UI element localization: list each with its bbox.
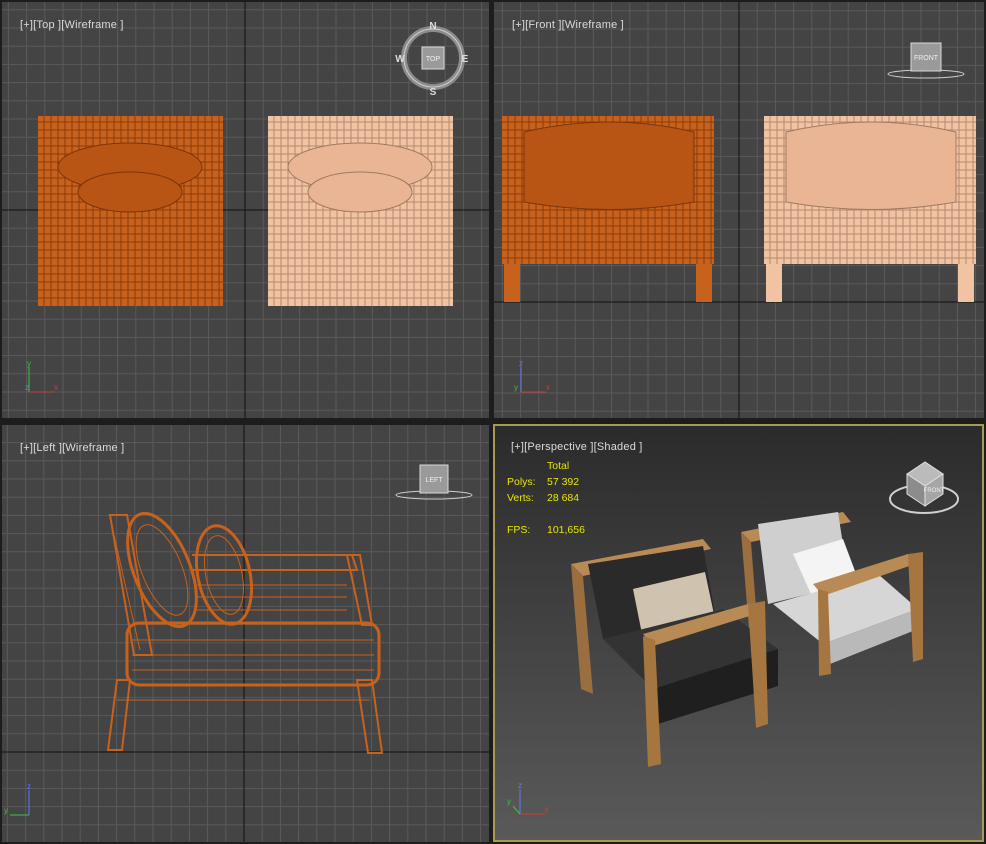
svg-text:x: x [54,383,58,392]
viewport-point-of-view[interactable]: [Top ] [33,19,61,31]
grid [2,425,489,842]
stats-verts-value: 28 684 [547,492,580,504]
viewcube-compass[interactable]: TOP N S E W [395,21,468,98]
stats-fps-label: FPS: [507,524,531,536]
chair-model-peach[interactable] [268,116,453,306]
svg-text:z: z [27,782,31,791]
viewport-label: [+][Left ][Wireframe ] [7,430,124,466]
svg-text:y: y [4,806,8,815]
stats-verts-label: Verts: [507,492,534,504]
viewport-menu-plus[interactable]: [+] [511,441,524,453]
viewport-shading-mode[interactable]: [Wireframe ] [62,442,124,454]
viewport-top[interactable]: [+][Top ][Wireframe ] TOP N S E W y x z [2,2,489,418]
chair-model-peach[interactable] [764,116,976,302]
axis-tripod: y x z [25,359,58,393]
compass-south: S [430,87,437,98]
viewport-perspective[interactable]: [+][Perspective ][Shaded ] Total Polys: 5… [493,424,984,842]
axis-tripod: z x y [514,359,550,393]
svg-text:y: y [27,359,31,368]
stats-polys-label: Polys: [507,476,536,488]
svg-text:z: z [518,781,522,790]
compass-north: N [429,21,436,32]
svg-text:x: x [545,805,549,814]
axis-tripod: z y [4,782,31,816]
viewcube-face-label: FRONT [914,55,939,62]
compass-east: E [462,54,469,65]
viewport-left[interactable]: [+][Left ][Wireframe ] LEFT z y [2,425,489,842]
viewport-menu-plus[interactable]: [+] [20,442,33,454]
viewport-label: [+][Front ][Wireframe ] [499,7,624,43]
viewcube-face-label: LEFT [425,477,443,484]
chair-model-orange[interactable] [502,116,714,302]
viewport-point-of-view[interactable]: [Left ] [33,442,62,454]
svg-text:z: z [25,383,29,392]
viewport-shading-mode[interactable]: [Wireframe ] [562,19,624,31]
viewport-point-of-view[interactable]: [Front ] [525,19,561,31]
viewport-point-of-view[interactable]: [Perspective ] [524,441,593,453]
viewport-shading-mode[interactable]: [Wireframe ] [61,19,123,31]
svg-text:y: y [514,383,518,392]
svg-text:z: z [519,359,523,368]
stats-polys-value: 57 392 [547,476,580,488]
viewport-front[interactable]: [+][Front ][Wireframe ] FRONT z x y [494,2,984,418]
viewport-label: [+][Top ][Wireframe ] [7,7,124,43]
viewcube-face-label: FRONT [924,488,945,494]
viewport-shading-mode[interactable]: [Shaded ] [594,441,643,453]
viewport-menu-plus[interactable]: [+] [20,19,33,31]
compass-west: W [395,54,405,65]
svg-text:x: x [546,383,550,392]
viewport-menu-plus[interactable]: [+] [512,19,525,31]
stats-header: Total [547,460,570,472]
viewcube-face-label: TOP [426,56,441,63]
statistics-overlay: Total Polys: 57 392 Verts: 28 684 FPS: 101,… [507,458,585,538]
axis-tripod: z x y [507,781,549,815]
stats-fps-value: 101,656 [547,524,585,536]
svg-text:y: y [507,797,511,806]
viewcube[interactable]: FRONT [889,461,959,514]
chair-model-orange[interactable] [38,116,223,306]
viewcube[interactable]: FRONT [887,42,965,79]
